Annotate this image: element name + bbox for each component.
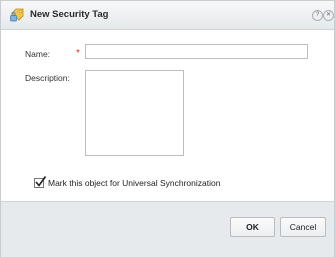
help-icon[interactable]: ? (312, 10, 323, 21)
cancel-button[interactable]: Cancel (280, 217, 326, 237)
security-tag-icon (9, 7, 25, 23)
name-label: Name: (25, 49, 51, 59)
universal-sync-label: Mark this object for Universal Synchroni… (48, 178, 221, 188)
dialog-title: New Security Tag (30, 9, 109, 20)
name-input[interactable] (85, 44, 308, 59)
checkmark-icon (35, 176, 47, 187)
universal-sync-checkbox[interactable] (34, 176, 47, 188)
description-textarea[interactable] (85, 70, 184, 156)
new-security-tag-dialog: New Security Tag ? ✕ Name: * Description… (0, 0, 335, 257)
dialog-footer: OK Cancel (1, 201, 334, 257)
dialog-title-bar: New Security Tag ? ✕ (1, 1, 334, 30)
ok-button[interactable]: OK (230, 217, 275, 237)
description-label: Description: (25, 73, 70, 83)
close-icon[interactable]: ✕ (323, 10, 334, 21)
required-marker: * (76, 48, 80, 59)
